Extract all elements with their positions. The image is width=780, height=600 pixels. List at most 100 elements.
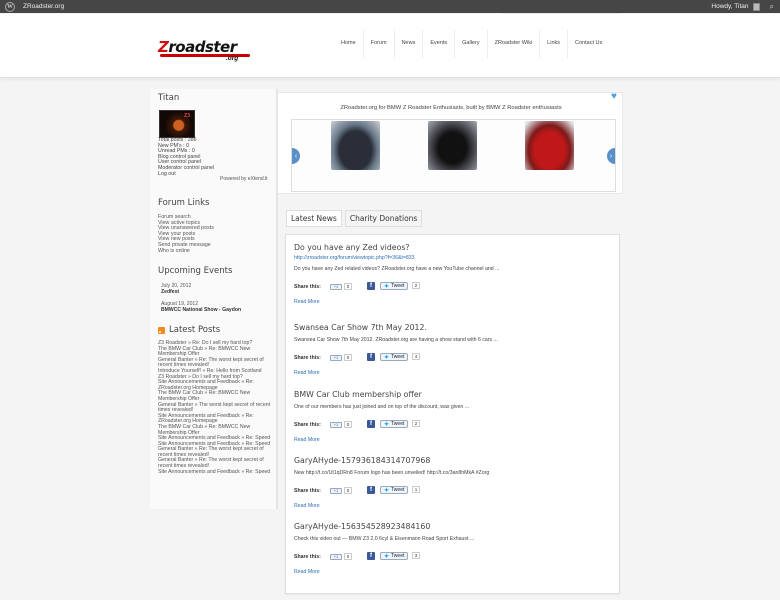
article-excerpt: New http://t.co/Ut1qDRn8 Forum logo has … (294, 470, 490, 476)
carousel-prev-icon[interactable]: ‹ (292, 148, 300, 164)
news-panel: Do you have any Zed videos? http://zroad… (285, 234, 620, 594)
gplus-count: 0 (344, 354, 352, 361)
share-label: Share this: (294, 354, 321, 361)
nav-events[interactable]: Events (422, 30, 454, 58)
tweet-count: 2 (412, 420, 420, 427)
admin-greeting[interactable]: Howdy, Titan (711, 3, 748, 10)
nav-wiki[interactable]: ZRoadster Wiki (486, 30, 540, 58)
read-more-link[interactable]: Read More (294, 503, 614, 509)
logo-subtitle: .org (226, 55, 239, 62)
rss-icon[interactable] (158, 326, 165, 334)
article-excerpt: Check this video out — BMW Z3 2.0 6cyl &… (294, 536, 475, 542)
tweet-button[interactable]: ✦ Tweet (380, 282, 409, 290)
read-more-link[interactable]: Read More (294, 370, 614, 376)
admin-bar: W ZRoadster.org Howdy, Titan ⌕ (0, 0, 780, 13)
twitter-bird-icon: ✦ (384, 553, 390, 560)
gplus-count: 0 (344, 421, 352, 428)
twitter-bird-icon: ✦ (384, 487, 390, 494)
wordpress-icon[interactable]: W (5, 1, 15, 12)
news-article: GaryAHyde-156354528923484160 Check this … (294, 522, 614, 575)
article-title[interactable]: GaryAHyde-157936184314707968 (294, 456, 614, 465)
tweet-count: 1 (412, 486, 420, 493)
article-title[interactable]: Swansea Car Show 7th May 2012. (294, 323, 614, 332)
latest-post[interactable]: Site Announcements and Feedback » Re: Sp… (158, 469, 273, 476)
tweet-button[interactable]: ✦ Tweet (380, 552, 409, 560)
article-title[interactable]: BMW Car Club membership offer (294, 390, 614, 399)
carousel-next-icon[interactable]: › (607, 148, 615, 164)
tweet-count: 2 (412, 282, 420, 289)
nav-home[interactable]: Home (334, 30, 363, 58)
tab-charity-donations[interactable]: Charity Donations (344, 210, 423, 227)
site-logo[interactable]: Zroadster .org (158, 24, 254, 64)
tweet-label: Tweet (391, 487, 405, 493)
search-icon[interactable]: ⌕ (770, 2, 774, 12)
facebook-icon[interactable]: f (367, 552, 375, 560)
car-image[interactable] (525, 121, 574, 170)
events-list: July 20, 2012 Zedfest August 19, 2012 BM… (161, 283, 241, 314)
user-name: Titan (158, 93, 180, 103)
article-title[interactable]: Do you have any Zed videos? (294, 243, 614, 252)
link-logout[interactable]: Log out (158, 171, 214, 178)
facebook-icon[interactable]: f (367, 486, 375, 494)
tab-latest-news[interactable]: Latest News (286, 210, 342, 227)
gplus-button[interactable]: +1 (330, 487, 342, 494)
gplus-button[interactable]: +1 (330, 354, 342, 361)
gplus-count: 0 (344, 283, 352, 290)
content-tabs: Latest News Charity Donations (286, 210, 423, 227)
tweet-button[interactable]: ✦ Tweet (380, 486, 409, 494)
gplus-count: 0 (344, 553, 352, 560)
read-more-link[interactable]: Read More (294, 299, 614, 305)
nav-contact[interactable]: Contact Us (567, 30, 609, 58)
forum-links-heading: Forum Links (158, 198, 210, 208)
share-bar: Share this: +1 0 f ✦ Tweet 2 (294, 420, 614, 429)
article-url[interactable]: http://zroadster.org/forum/viewtopic.php… (294, 255, 614, 261)
tweet-label: Tweet (391, 354, 405, 360)
share-label: Share this: (294, 283, 321, 290)
forum-links: Forum search View active topics View una… (158, 214, 214, 255)
nav-forum[interactable]: Forum (362, 30, 394, 58)
latest-post[interactable]: The BMW Car Club » Re: BMWCC New Members… (158, 390, 273, 402)
share-bar: Share this: +1 0 f ✦ Tweet 2 (294, 282, 614, 291)
user-avatar[interactable]: Z3 (159, 110, 195, 138)
news-article: Do you have any Zed videos? http://zroad… (294, 243, 614, 305)
share-label: Share this: (294, 553, 321, 560)
gplus-count: 0 (344, 487, 352, 494)
heart-icon[interactable]: ♥ (611, 91, 617, 102)
facebook-icon[interactable]: f (367, 282, 375, 290)
news-article: GaryAHyde-157936184314707968 New http://… (294, 456, 614, 509)
avatar-label: Z3 (184, 113, 190, 119)
facebook-icon[interactable]: f (367, 420, 375, 428)
latest-posts: Z3 Roadster » Re: Do I sell my hard top?… (158, 340, 273, 476)
latest-post[interactable]: General Banter » Re: The worst kept secr… (158, 458, 273, 469)
gplus-button[interactable]: +1 (330, 553, 342, 560)
main-nav: Home Forum News Events Gallery ZRoadster… (334, 30, 609, 58)
article-excerpt: Do you have any Zed related videos? ZRoa… (294, 266, 500, 272)
tweet-count: 3 (412, 552, 420, 559)
tweet-count: 4 (412, 353, 420, 360)
forum-link[interactable]: Who is online (158, 248, 214, 255)
powered-by[interactable]: Powered by eXtend.lt (220, 176, 268, 182)
nav-gallery[interactable]: Gallery (454, 30, 486, 58)
twitter-bird-icon: ✦ (384, 421, 390, 428)
read-more-link[interactable]: Read More (294, 437, 614, 443)
nav-news[interactable]: News (393, 30, 423, 58)
gplus-button[interactable]: +1 (330, 283, 342, 290)
car-carousel: ‹ › (291, 119, 616, 192)
gplus-button[interactable]: +1 (330, 421, 342, 428)
tweet-button[interactable]: ✦ Tweet (380, 420, 409, 428)
facebook-icon[interactable]: f (367, 353, 375, 361)
share-bar: Share this: +1 0 f ✦ Tweet 1 (294, 486, 614, 495)
news-article: BMW Car Club membership offer One of our… (294, 390, 614, 443)
article-title[interactable]: GaryAHyde-156354528923484160 (294, 522, 614, 531)
share-bar: Share this: +1 0 f ✦ Tweet 4 (294, 353, 614, 362)
admin-avatar[interactable] (752, 2, 760, 11)
tweet-button[interactable]: ✦ Tweet (380, 353, 409, 361)
events-heading: Upcoming Events (158, 266, 233, 276)
news-article: Swansea Car Show 7th May 2012. Swansea C… (294, 323, 614, 376)
event-title[interactable]: BMWCC National Show - Gaydon (161, 307, 241, 314)
admin-site-name[interactable]: ZRoadster.org (23, 3, 64, 10)
car-image[interactable] (428, 121, 477, 170)
nav-links[interactable]: Links (539, 30, 567, 58)
read-more-link[interactable]: Read More (294, 569, 614, 575)
car-image[interactable] (331, 121, 380, 170)
